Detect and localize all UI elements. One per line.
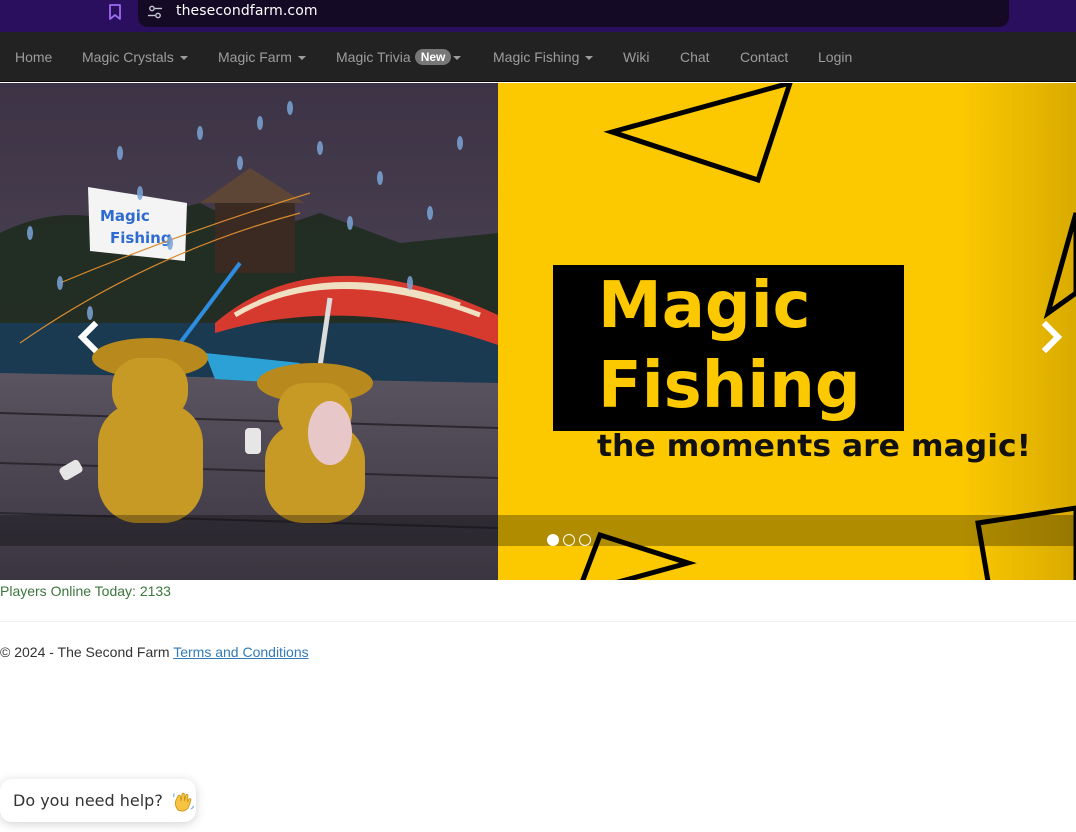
carousel-indicator-1[interactable] bbox=[547, 534, 559, 546]
waving-hand-icon bbox=[172, 792, 194, 812]
bookmark-icon[interactable] bbox=[108, 4, 122, 20]
browser-toolbar: thesecondfarm.com bbox=[0, 0, 1076, 32]
nav-wiki[interactable]: Wiki bbox=[623, 32, 649, 82]
nav-magic-crystals-label: Magic Crystals bbox=[82, 49, 174, 65]
nav-chat[interactable]: Chat bbox=[680, 32, 710, 82]
carousel-caption-band bbox=[0, 515, 1076, 546]
new-badge: New bbox=[414, 49, 452, 65]
banner-title-line2: Fishing bbox=[598, 349, 861, 423]
nav-login[interactable]: Login bbox=[818, 32, 852, 82]
nav-magic-farm[interactable]: Magic Farm bbox=[218, 32, 306, 82]
chevron-left-icon[interactable] bbox=[74, 319, 104, 355]
carousel-indicator-2[interactable] bbox=[563, 534, 575, 546]
nav-home[interactable]: Home bbox=[15, 32, 52, 82]
caret-down-icon bbox=[453, 56, 462, 61]
main-navbar: Home Magic Crystals Magic Farm Magic Tri… bbox=[0, 32, 1076, 82]
caret-down-icon bbox=[179, 56, 188, 61]
caret-down-icon bbox=[585, 56, 594, 61]
nav-magic-crystals[interactable]: Magic Crystals bbox=[82, 32, 188, 82]
nav-login-label: Login bbox=[818, 49, 853, 65]
sign-text-1: Magic bbox=[100, 207, 150, 225]
copyright-text: © 2024 - The Second Farm bbox=[0, 644, 170, 660]
nav-contact-label: Contact bbox=[740, 49, 789, 65]
nav-wiki-label: Wiki bbox=[623, 49, 650, 65]
banner-tagline: the moments are magic! bbox=[597, 429, 1031, 464]
carousel-indicator-3[interactable] bbox=[579, 534, 591, 546]
carousel-slide-image: Magic Fishing Magic Fishing the moments … bbox=[0, 83, 1076, 580]
tune-icon[interactable] bbox=[147, 4, 163, 20]
carousel-indicators bbox=[547, 534, 591, 546]
nav-magic-fishing[interactable]: Magic Fishing bbox=[493, 32, 594, 82]
nav-chat-label: Chat bbox=[680, 49, 710, 65]
sign-text-2: Fishing bbox=[110, 229, 172, 247]
caret-down-icon bbox=[297, 56, 306, 61]
terms-link[interactable]: Terms and Conditions bbox=[173, 644, 308, 660]
nav-home-label: Home bbox=[15, 49, 53, 65]
players-online-text: Players Online Today: 2133 bbox=[0, 583, 171, 599]
chevron-right-icon[interactable] bbox=[1036, 319, 1066, 355]
url-text[interactable]: thesecondfarm.com bbox=[176, 3, 318, 19]
nav-magic-trivia[interactable]: Magic Trivia New bbox=[336, 32, 462, 82]
nav-magic-farm-label: Magic Farm bbox=[218, 49, 292, 65]
nav-contact[interactable]: Contact bbox=[740, 32, 788, 82]
banner-title-line1: Magic bbox=[598, 269, 811, 343]
divider bbox=[0, 621, 1076, 622]
image-carousel[interactable]: Magic Fishing Magic Fishing the moments … bbox=[0, 83, 1076, 580]
nav-magic-fishing-label: Magic Fishing bbox=[493, 49, 580, 65]
help-bubble-text: Do you need help? bbox=[13, 791, 163, 810]
help-chat-bubble[interactable]: Do you need help? bbox=[0, 779, 196, 822]
nav-magic-trivia-label: Magic Trivia bbox=[336, 49, 411, 65]
footer: © 2024 - The Second Farm Terms and Condi… bbox=[0, 644, 309, 660]
